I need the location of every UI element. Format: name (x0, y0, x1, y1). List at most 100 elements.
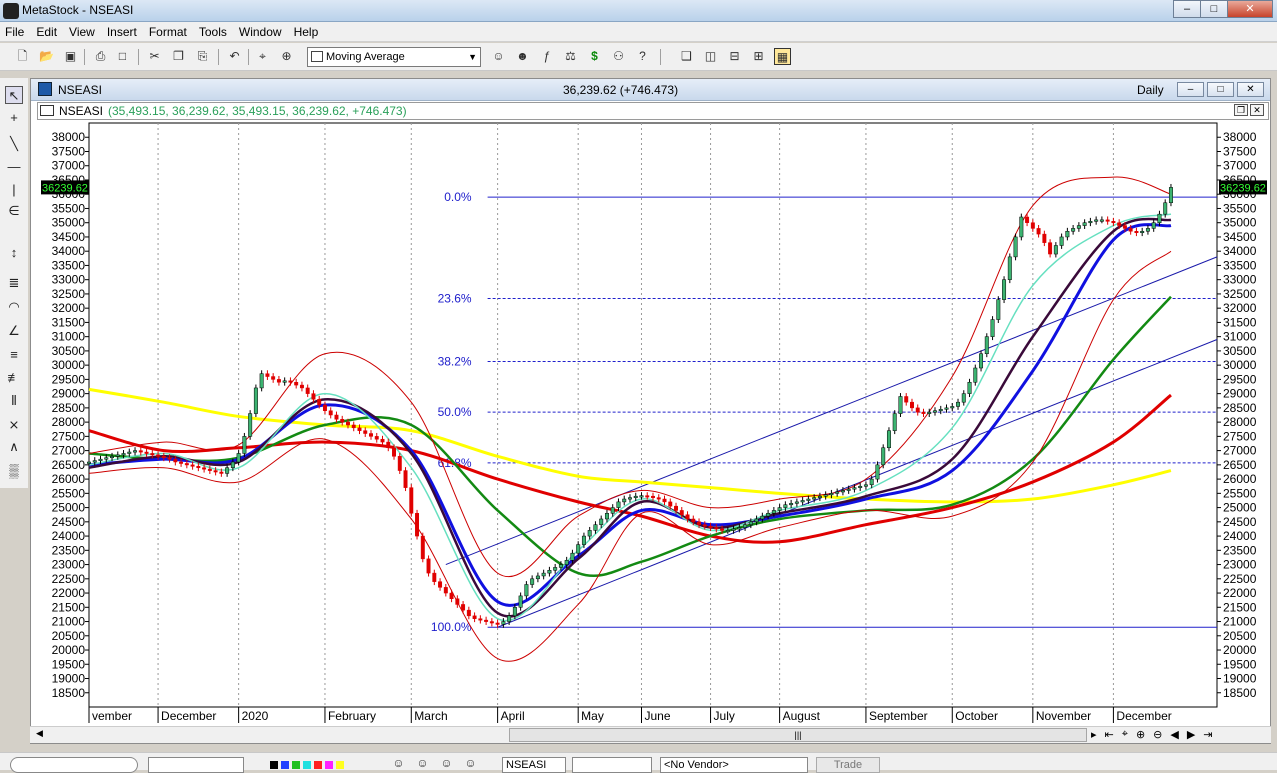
security-select[interactable] (572, 757, 652, 773)
tile-vertical-icon[interactable]: ◫ (702, 48, 719, 65)
copy-icon[interactable]: ❐ (170, 48, 187, 65)
arc-icon[interactable]: ◠ (5, 298, 23, 316)
quadrant-lines-icon[interactable]: ⦀ (5, 392, 23, 410)
drawing-toolbar: ↖ + ╲ — | ∈ ↕ ≣ ◠ ∠ ≡ ≢ ⦀ ⨯ ∧ ▒ (0, 78, 28, 488)
maximize-button[interactable]: □ (1200, 0, 1228, 18)
cycle-lines-icon[interactable]: ↕ (5, 244, 23, 262)
indicator-select[interactable]: Moving Average ▼ (307, 47, 481, 67)
print-preview-icon[interactable]: □ (114, 48, 131, 65)
expert-alerts-icon[interactable]: ☺ (438, 755, 455, 772)
pointer-icon[interactable]: ↖ (5, 86, 23, 104)
gann-fan-icon[interactable]: ∧ (5, 438, 23, 456)
end-icon[interactable]: ⇥ (1203, 728, 1212, 741)
fibonacci-retracement-icon[interactable]: ≡ (5, 346, 23, 364)
color-cyan-swatch[interactable] (303, 761, 311, 769)
zoom-fit-icon[interactable]: ⌖ (1122, 728, 1128, 741)
trendline-icon[interactable]: ╲ (5, 135, 23, 153)
color-blue-swatch[interactable] (281, 761, 289, 769)
paste-icon[interactable]: ⎘ (194, 48, 211, 65)
formula-icon[interactable]: ƒ (538, 48, 555, 65)
color-yellow-swatch[interactable] (336, 761, 344, 769)
scroll-thumb[interactable]: ||| (509, 728, 1087, 742)
help-pointer-icon[interactable]: ? (634, 48, 651, 65)
explorer-icon[interactable]: ☻ (514, 48, 531, 65)
crosshair-tool-icon[interactable]: + (5, 109, 23, 127)
expert-advisor-icon[interactable]: ☺ (490, 48, 507, 65)
fan-icon[interactable]: ∠ (5, 322, 23, 340)
fib-time-icon[interactable]: ≢ (5, 369, 23, 387)
vendor-select[interactable]: <No Vendor> (660, 757, 808, 773)
dollar-icon[interactable]: $ (586, 48, 603, 65)
y-tick-label: 38000 (52, 130, 86, 144)
candle-body (892, 413, 897, 431)
grid-tool-icon[interactable]: ▒ (5, 462, 23, 480)
y-tick-label: 34500 (1223, 230, 1257, 244)
system-tester-icon[interactable]: ⚖ (562, 48, 579, 65)
layout-active-icon[interactable]: ▦ (774, 48, 791, 65)
symbol-field[interactable]: NSEASI (502, 757, 566, 773)
color-green-swatch[interactable] (292, 761, 300, 769)
expert-commentary-icon[interactable]: ☺ (390, 755, 407, 772)
speed-lines-icon[interactable]: ≣ (5, 274, 23, 292)
scroll-right-icon[interactable]: ▸ (1091, 728, 1097, 741)
zoom-icon[interactable]: ⊕ (278, 48, 295, 65)
text-tool-icon[interactable]: ∈ (5, 202, 23, 220)
scroll-left-icon[interactable]: ◀ (36, 728, 43, 739)
first-bar-icon[interactable]: ◀ (1170, 728, 1178, 741)
menu-insert[interactable]: Insert (102, 22, 144, 41)
menu-format[interactable]: Format (144, 22, 194, 41)
last-bar-icon[interactable]: ▶ (1187, 728, 1195, 741)
candle-body (950, 406, 955, 409)
menu-window[interactable]: Window (234, 22, 289, 41)
zoom-out-icon[interactable]: ⊖ (1153, 728, 1162, 741)
color-black-swatch[interactable] (270, 761, 278, 769)
horizontal-scrollbar[interactable]: ◀ ||| ▸ ⇤ ⌖ ⊕ ⊖ ◀ ▶ ⇥ (30, 726, 1271, 743)
binoculars-icon[interactable]: ⚇ (610, 48, 627, 65)
y-tick-label: 35500 (1223, 201, 1257, 215)
menu-file[interactable]: File (0, 22, 31, 41)
menu-tools[interactable]: Tools (194, 22, 234, 41)
candle-body (489, 621, 494, 624)
horizontal-line-icon[interactable]: — (5, 158, 23, 176)
crosshair-icon[interactable]: ⌖ (254, 48, 271, 65)
candle-body (674, 505, 678, 511)
expert-symbols-icon[interactable]: ☺ (414, 755, 431, 772)
print-icon[interactable]: ⎙ (92, 48, 109, 65)
cut-icon[interactable]: ✂ (146, 48, 163, 65)
menu-help[interactable]: Help (289, 22, 326, 41)
tile-grid-icon[interactable]: ⊞ (750, 48, 767, 65)
minimize-button[interactable]: – (1173, 0, 1201, 18)
new-file-icon[interactable]: 🗋 (14, 48, 31, 65)
candle-body (1151, 222, 1156, 229)
candle-body (651, 495, 655, 498)
y-tick-label: 21000 (1223, 615, 1257, 629)
candle-body (236, 453, 241, 463)
candle-body (547, 570, 552, 574)
y-tick-label: 28500 (1223, 401, 1257, 415)
menu-edit[interactable]: Edit (31, 22, 64, 41)
menu-view[interactable]: View (64, 22, 102, 41)
tile-horizontal-icon[interactable]: ⊟ (726, 48, 743, 65)
undo-icon[interactable]: ↶ (226, 48, 243, 65)
zoom-in-icon[interactable]: ⊕ (1136, 728, 1145, 741)
trade-button[interactable]: Trade (816, 757, 880, 773)
expert-trends-icon[interactable]: ☺ (462, 755, 479, 772)
close-button[interactable]: ✕ (1227, 0, 1273, 18)
page-back-icon[interactable]: ⇤ (1105, 728, 1114, 741)
candle-body (184, 463, 189, 466)
line-weight-select[interactable] (148, 757, 244, 773)
candle-body (311, 393, 316, 400)
candle-body (1025, 216, 1030, 223)
andrews-pitchfork-icon[interactable]: ⨯ (5, 416, 23, 434)
price-chart[interactable]: vember December 2020 February March April May J… (31, 79, 1270, 725)
candle-body (984, 336, 989, 355)
save-icon[interactable]: ▣ (62, 48, 79, 65)
cascade-icon[interactable]: ❑ (678, 48, 695, 65)
y-tick-label: 32500 (1223, 287, 1257, 301)
line-style-select[interactable] (10, 757, 138, 773)
color-magenta-swatch[interactable] (325, 761, 333, 769)
vertical-line-icon[interactable]: | (5, 181, 23, 199)
open-folder-icon[interactable]: 📂 (38, 48, 55, 65)
color-red-swatch[interactable] (314, 761, 322, 769)
candle-body (541, 572, 546, 577)
